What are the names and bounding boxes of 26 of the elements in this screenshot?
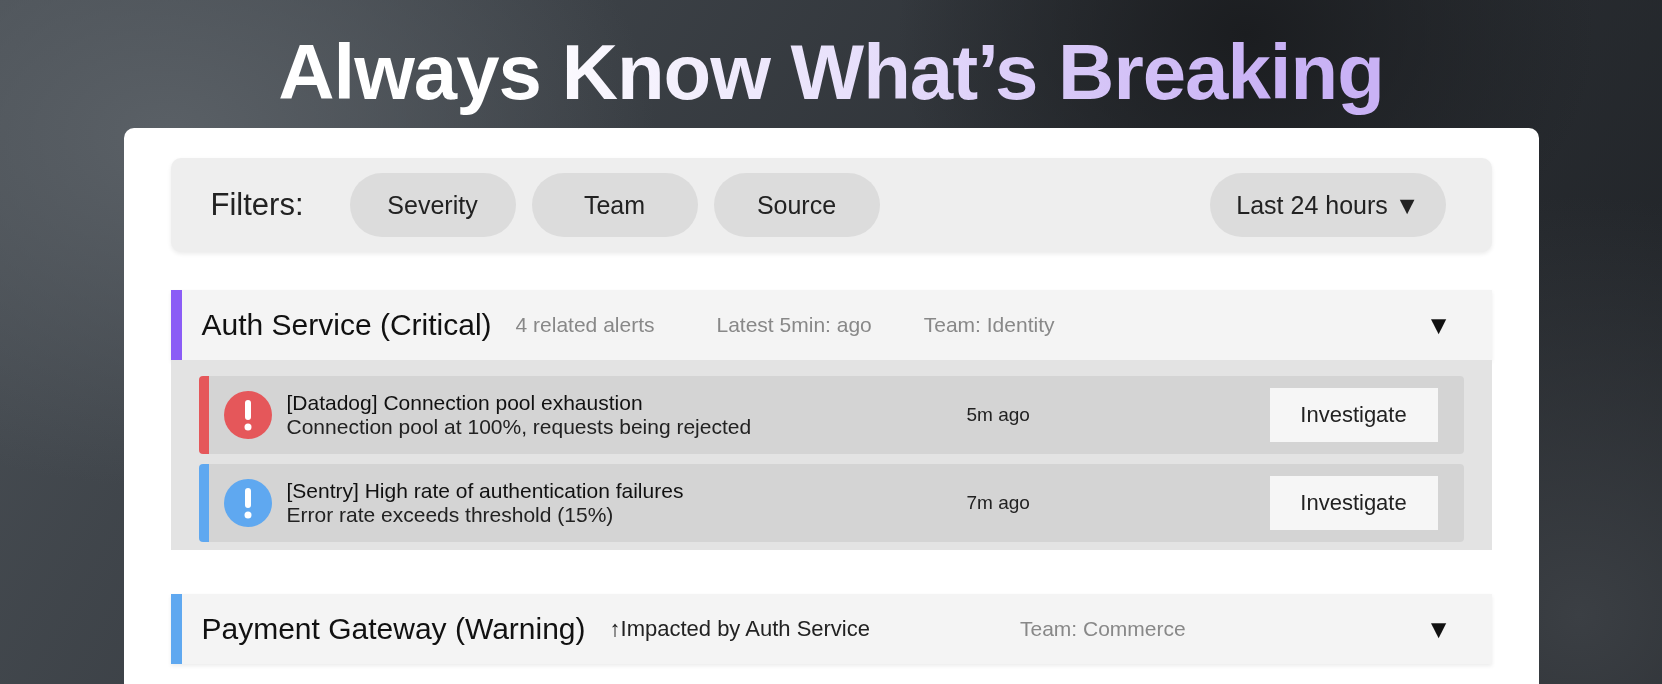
service-title: Payment Gateway (Warning) xyxy=(201,612,586,646)
group-meta: Team: Identity xyxy=(923,313,1055,337)
alert-time: 7m ago xyxy=(966,492,1031,514)
filter-chip[interactable]: Team xyxy=(531,173,698,237)
filter-chip[interactable]: Severity xyxy=(349,173,516,237)
group-meta: Latest 5min: ago xyxy=(716,313,872,337)
service-group-header[interactable]: Auth Service (Critical) 4 related alerts Latest 5min: ago Team: Identity ▼ xyxy=(170,290,1492,360)
impact-note: ↑Impacted by Auth Service xyxy=(609,616,870,642)
expand-toggle[interactable]: ▼ xyxy=(1425,309,1452,341)
exclamation-icon xyxy=(222,390,273,440)
investigate-button[interactable]: Investigate xyxy=(1269,476,1438,530)
filter-chip[interactable]: Source xyxy=(713,173,880,237)
alert-time: 5m ago xyxy=(966,404,1031,426)
alert-title: [Datadog] Connection pool exhaustion xyxy=(286,391,644,415)
alert-detail: Connection pool at 100%, requests being rejected xyxy=(286,415,753,439)
filters-label: Filters: xyxy=(210,187,304,223)
group-meta: Team: Commerce xyxy=(1020,617,1186,641)
alert-title: [Sentry] High rate of authentication failures xyxy=(286,479,685,503)
alert-detail: Error rate exceeds threshold (15%) xyxy=(286,503,615,527)
group-meta: 4 related alerts xyxy=(515,313,655,337)
time-range-dropdown[interactable]: Last 24 hours ▼ xyxy=(1210,173,1446,237)
service-group-header[interactable]: Payment Gateway (Warning) ↑Impacted by Auth Service Team: Commerce ▼ xyxy=(170,594,1492,664)
investigate-button[interactable]: Investigate xyxy=(1269,388,1438,442)
expand-toggle[interactable]: ▼ xyxy=(1425,613,1452,645)
exclamation-icon xyxy=(222,478,273,528)
service-title: Auth Service (Critical) xyxy=(201,308,492,342)
